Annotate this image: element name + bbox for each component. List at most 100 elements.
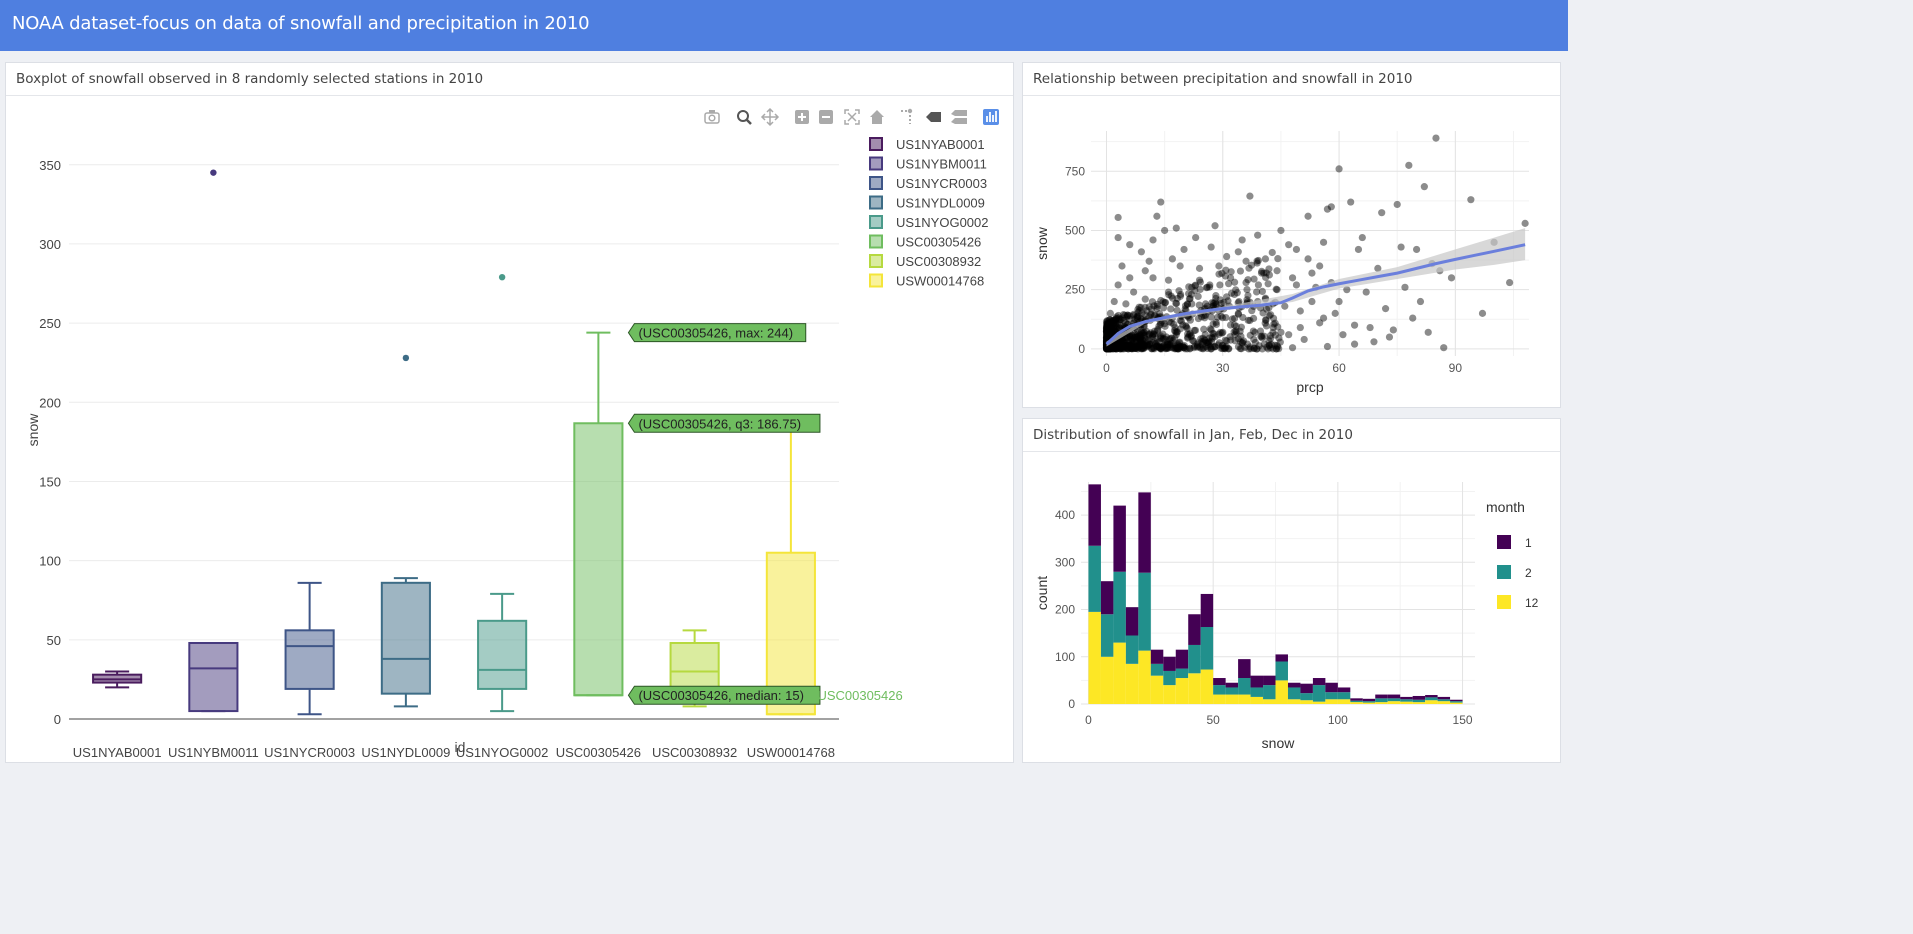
scatter-point bbox=[1292, 245, 1301, 254]
box-US1NYOG0002[interactable] bbox=[477, 273, 528, 713]
scatter-point bbox=[1153, 305, 1161, 313]
hist-bar-month-1 bbox=[1437, 696, 1451, 700]
legend-item-US1NYAB0001[interactable]: US1NYAB0001 bbox=[869, 137, 985, 152]
scatter-point bbox=[1273, 286, 1281, 294]
x-tick-label: US1NYCR0003 bbox=[264, 745, 355, 760]
scatter-point bbox=[1331, 309, 1339, 317]
hist-bar-month-1 bbox=[1088, 484, 1101, 546]
box-US1NYAB0001[interactable] bbox=[92, 670, 143, 689]
hist-bar-month-1 bbox=[1337, 687, 1351, 693]
legend-swatch bbox=[869, 156, 883, 171]
scatter-point bbox=[1316, 319, 1324, 327]
scatter-point bbox=[1114, 344, 1122, 352]
scatter-point bbox=[1188, 283, 1196, 291]
box-USC00305426[interactable] bbox=[573, 331, 624, 697]
scatter-point bbox=[1114, 213, 1122, 222]
hist-bar-month-2 bbox=[1175, 668, 1189, 679]
scatter-point bbox=[1467, 196, 1475, 204]
scatter-point bbox=[1242, 278, 1250, 287]
scatter-point bbox=[1506, 278, 1514, 287]
hist-bar-month-1 bbox=[1263, 675, 1276, 686]
box-US1NYBM0011[interactable] bbox=[188, 169, 239, 713]
hist-bar-month-2 bbox=[1250, 687, 1264, 697]
scatter-point bbox=[1168, 255, 1176, 263]
pan-icon[interactable] bbox=[760, 107, 780, 127]
legend-item-USC00305426[interactable]: USC00305426 bbox=[869, 234, 981, 250]
autoscale-icon[interactable] bbox=[844, 109, 860, 125]
legend-item-US1NYOG0002[interactable]: US1NYOG0002 bbox=[869, 215, 989, 230]
box-US1NYDL0009[interactable] bbox=[380, 354, 431, 708]
scatter-point bbox=[1269, 323, 1277, 332]
scatter-point bbox=[1319, 238, 1328, 246]
scatter-point bbox=[1149, 274, 1157, 282]
zoom-icon[interactable] bbox=[737, 110, 752, 125]
scatter-point bbox=[1440, 344, 1448, 352]
hist-bar-month-1 bbox=[1225, 682, 1239, 688]
hist-bar-month-12 bbox=[1375, 702, 1388, 704]
hist-bar-month-1 bbox=[1150, 649, 1164, 664]
y-tick-label: 150 bbox=[39, 474, 61, 489]
hist-bar-month-12 bbox=[1150, 675, 1164, 704]
scatter-point bbox=[1285, 331, 1293, 339]
scatter-point bbox=[1416, 297, 1425, 306]
legend-item-USC00308932[interactable]: USC00308932 bbox=[869, 254, 981, 269]
scatter-point bbox=[1130, 288, 1138, 296]
hist-bar-month-1 bbox=[1387, 694, 1401, 699]
hist-bar-month-12 bbox=[1437, 701, 1451, 704]
boxplot-chart[interactable]: 0 50 100 150 200 250 300 350 snow US1NYAB0001 US1N… bbox=[6, 96, 1013, 763]
scatter-point bbox=[1381, 305, 1390, 313]
scatter-point bbox=[1195, 276, 1204, 284]
legend-swatch bbox=[869, 254, 883, 268]
zoom-in-icon[interactable] bbox=[795, 110, 809, 124]
hist-bar-month-2 bbox=[1275, 661, 1288, 681]
reset-axes-icon[interactable] bbox=[870, 110, 884, 124]
y-axis-label: snow bbox=[25, 413, 41, 447]
x-tick-label: 90 bbox=[1449, 361, 1463, 375]
scatter-point bbox=[1389, 326, 1397, 334]
scatter-point bbox=[1339, 331, 1347, 339]
scatter-point bbox=[1409, 314, 1417, 322]
plotly-logo-icon[interactable] bbox=[983, 109, 999, 125]
x-tick-label: 0 bbox=[1103, 361, 1110, 375]
legend-label: US1NYAB0001 bbox=[896, 137, 985, 152]
scatter-point bbox=[1296, 307, 1304, 315]
scatter-point bbox=[1161, 341, 1169, 349]
hover-compare-icon[interactable] bbox=[951, 110, 967, 124]
hist-bar-month-12 bbox=[1412, 702, 1426, 704]
y-tick-label: 500 bbox=[1065, 223, 1085, 237]
camera-icon[interactable] bbox=[704, 110, 720, 124]
scatter-point bbox=[1149, 236, 1157, 244]
legend-item-US1NYCR0003[interactable]: US1NYCR0003 bbox=[869, 176, 987, 191]
scatter-point bbox=[1347, 198, 1355, 206]
scatter-point bbox=[1304, 255, 1312, 263]
zoom-out-icon[interactable] bbox=[819, 110, 833, 124]
x-axis-label: prcp bbox=[1296, 379, 1323, 395]
scatter-point bbox=[1335, 297, 1343, 306]
scatter-point bbox=[1246, 192, 1254, 200]
y-tick-label: 0 bbox=[1068, 697, 1075, 711]
scatter-point bbox=[1164, 288, 1173, 296]
box-USW00014768[interactable] bbox=[765, 425, 816, 716]
scatter-point bbox=[1292, 281, 1301, 289]
legend-item-US1NYDL0009[interactable]: US1NYDL0009 bbox=[869, 195, 985, 211]
hist-bar-month-12 bbox=[1325, 699, 1338, 704]
scatter-point bbox=[1370, 338, 1378, 346]
hist-bar-month-12 bbox=[1287, 699, 1301, 704]
x-axis-label: id bbox=[455, 739, 466, 755]
scatter-point bbox=[1296, 323, 1304, 332]
scatter-point bbox=[1354, 245, 1363, 254]
hover-label-text: (USC00305426, max: 244) bbox=[638, 326, 793, 341]
box-body bbox=[380, 581, 431, 695]
hist-bar-month-2 bbox=[1225, 687, 1239, 695]
hist-bar-month-1 bbox=[1312, 678, 1326, 686]
scatter-point bbox=[1273, 267, 1281, 275]
hover-label-text: (USC00305426, median: 15) bbox=[638, 688, 804, 703]
legend-item-USW00014768[interactable]: USW00014768 bbox=[869, 273, 984, 289]
spike-lines-icon[interactable] bbox=[901, 108, 913, 124]
scatter-point bbox=[1141, 311, 1149, 319]
legend-item-US1NYBM0011[interactable]: US1NYBM0011 bbox=[869, 156, 987, 172]
box-US1NYCR0003[interactable] bbox=[284, 581, 335, 716]
scatter-point bbox=[1184, 333, 1192, 341]
hover-closest-icon[interactable] bbox=[926, 112, 941, 122]
scatter-point bbox=[1154, 327, 1162, 335]
